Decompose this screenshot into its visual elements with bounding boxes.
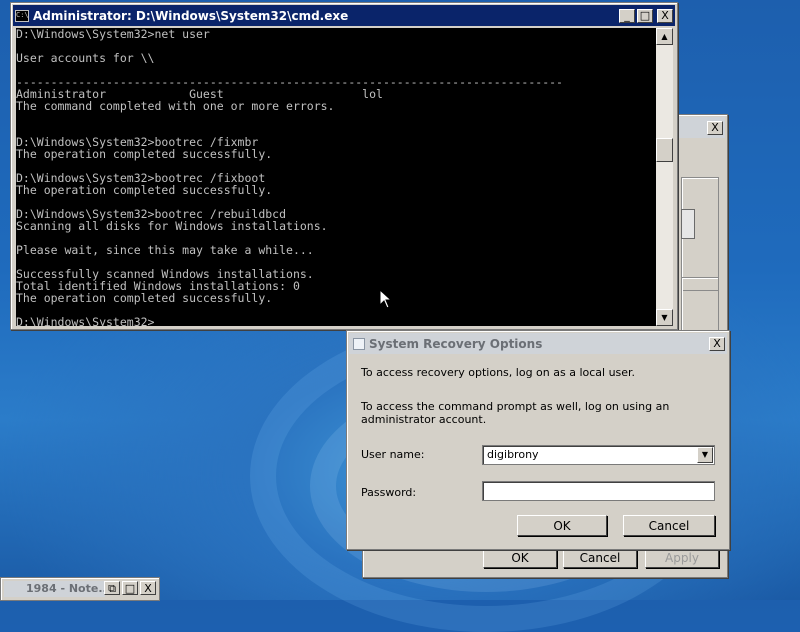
console-line: Please wait, since this may take a while… — [16, 243, 314, 257]
password-field[interactable] — [482, 481, 715, 501]
minimized-title: 1984 - Note... — [4, 581, 105, 597]
cmd-window: C:\ Administrator: D:\Windows\System32\c… — [10, 2, 678, 330]
cancel-button[interactable]: Cancel — [623, 515, 715, 536]
recovery-instruction-2: To access the command prompt as well, lo… — [361, 400, 670, 426]
minimized-notepad-window[interactable]: 1984 - Note... ⧉ □ X — [0, 577, 160, 601]
console-line: D:\Windows\System32> — [16, 315, 155, 326]
console-line: The operation completed successfully. — [16, 291, 273, 305]
recovery-titlebar[interactable]: System Recovery Options X — [349, 333, 727, 354]
maximize-button[interactable]: □ — [122, 581, 138, 595]
username-combobox[interactable]: digibrony ▼ — [482, 445, 715, 465]
background-cancel-button[interactable]: Cancel — [563, 547, 637, 568]
password-label: Password: — [361, 486, 417, 499]
console-line: The operation completed successfully. — [16, 147, 273, 161]
recovery-title: System Recovery Options — [369, 336, 543, 351]
console-line: The operation completed successfully. — [16, 183, 273, 197]
cmd-titlebar[interactable]: C:\ Administrator: D:\Windows\System32\c… — [13, 5, 675, 26]
cmd-icon: C:\ — [15, 9, 29, 22]
background-apply-button[interactable]: Apply — [645, 547, 719, 568]
recovery-close-button[interactable]: X — [709, 336, 725, 351]
console-output[interactable]: D:\Windows\System32>net user User account… — [16, 28, 656, 326]
ok-button[interactable]: OK — [517, 515, 607, 536]
username-label: User name: — [361, 448, 425, 461]
background-button-edge — [681, 209, 695, 239]
minimize-button[interactable]: _ — [619, 8, 635, 23]
chevron-down-icon[interactable]: ▼ — [697, 447, 713, 463]
mouse-pointer-icon — [379, 289, 393, 309]
recovery-instruction-1: To access recovery options, log on as a … — [361, 366, 636, 379]
scroll-up-arrow-icon[interactable]: ▲ — [656, 28, 673, 45]
close-button[interactable]: X — [657, 8, 673, 23]
restore-button[interactable]: ⧉ — [104, 581, 120, 595]
console-line: D:\Windows\System32>net user — [16, 28, 210, 41]
scroll-down-arrow-icon[interactable]: ▼ — [656, 309, 673, 326]
console-line: User accounts for \\ — [16, 51, 155, 65]
console-scrollbar[interactable]: ▲ ▼ — [656, 28, 673, 326]
console-line: Scanning all disks for Windows installat… — [16, 219, 328, 233]
recovery-app-icon — [353, 337, 365, 350]
cmd-title: Administrator: D:\Windows\System32\cmd.e… — [33, 8, 349, 23]
recovery-options-dialog: System Recovery Options X To access reco… — [346, 330, 730, 550]
console-line: The command completed with one or more e… — [16, 99, 335, 113]
username-value: digibrony — [487, 448, 539, 461]
background-ok-button[interactable]: OK — [483, 547, 557, 568]
scroll-thumb[interactable] — [656, 138, 673, 162]
background-close-button[interactable]: X — [707, 120, 723, 135]
maximize-button[interactable]: □ — [637, 8, 653, 23]
close-button[interactable]: X — [140, 581, 156, 595]
